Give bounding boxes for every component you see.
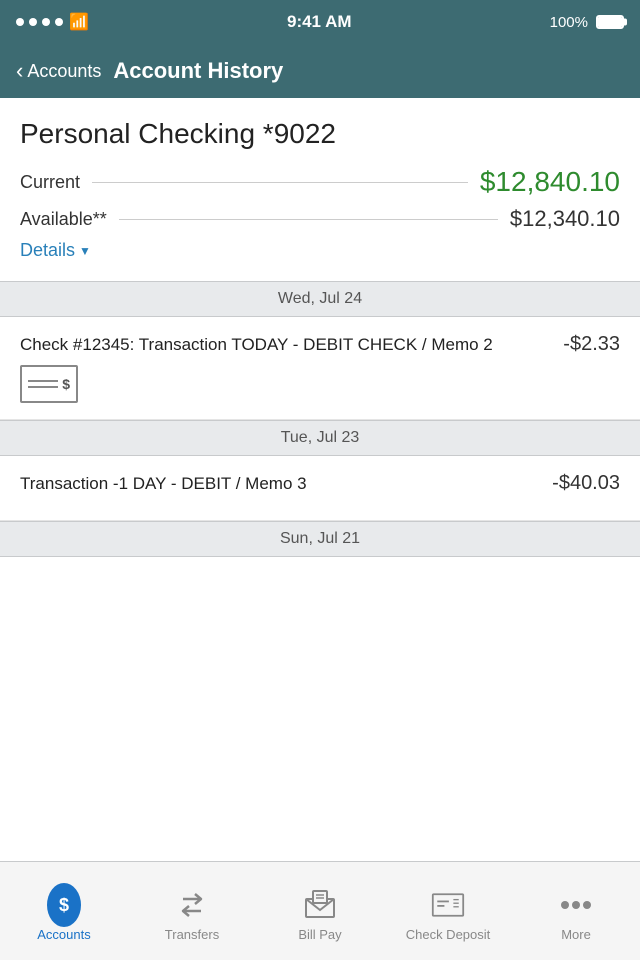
- battery-icon: [596, 15, 624, 29]
- page-title: Account History: [113, 58, 283, 84]
- available-label: Available**: [20, 209, 107, 230]
- check-lines: [28, 380, 58, 388]
- details-button[interactable]: Details ▼: [20, 240, 620, 273]
- details-arrow-icon: ▼: [79, 244, 91, 258]
- section-header-sun: Sun, Jul 21: [0, 521, 640, 557]
- current-label: Current: [20, 172, 80, 193]
- current-balance-row: Current $12,840.10: [20, 166, 620, 198]
- account-header: Personal Checking *9022 Current $12,840.…: [0, 98, 640, 281]
- bill-pay-icon: [303, 889, 337, 921]
- available-value: $12,340.10: [510, 206, 620, 232]
- tab-bill-pay[interactable]: Bill Pay: [256, 862, 384, 960]
- back-button[interactable]: ‹ Accounts: [16, 60, 101, 82]
- wifi-icon: 📶: [69, 12, 89, 32]
- tab-icon-bill-pay: [303, 888, 337, 922]
- tab-check-deposit[interactable]: Check Deposit: [384, 862, 512, 960]
- transaction-left: Check #12345: Transaction TODAY - DEBIT …: [20, 333, 551, 403]
- more-dots-icon: [559, 899, 593, 911]
- check-deposit-icon: [431, 891, 465, 919]
- content-area: Personal Checking *9022 Current $12,840.…: [0, 98, 640, 861]
- status-right: 100%: [550, 14, 624, 31]
- status-time: 9:41 AM: [287, 12, 352, 32]
- status-bar: 📶 9:41 AM 100%: [0, 0, 640, 44]
- check-icon: $: [20, 365, 78, 403]
- accounts-circle: $: [47, 883, 81, 927]
- check-line: [28, 380, 58, 382]
- check-dollar-sign: $: [62, 376, 70, 392]
- tab-icon-transfers: [175, 888, 209, 922]
- back-label: Accounts: [27, 61, 101, 82]
- tab-label-accounts: Accounts: [37, 927, 90, 942]
- tab-label-transfers: Transfers: [165, 927, 219, 942]
- tab-accounts[interactable]: $ Accounts: [0, 862, 128, 960]
- tab-bar: $ Accounts Transfers: [0, 861, 640, 960]
- section-header-tue: Tue, Jul 23: [0, 420, 640, 456]
- nav-bar: ‹ Accounts Account History: [0, 44, 640, 98]
- account-name: Personal Checking *9022: [20, 118, 620, 150]
- current-value: $12,840.10: [480, 166, 620, 198]
- tab-icon-check-deposit: [431, 888, 465, 922]
- section-header-wed: Wed, Jul 24: [0, 281, 640, 317]
- signal-dots: [16, 18, 63, 26]
- transaction-amount: -$2.33: [551, 333, 620, 356]
- transaction-description: Check #12345: Transaction TODAY - DEBIT …: [20, 333, 551, 357]
- available-divider: [119, 219, 498, 220]
- balance-divider: [92, 182, 468, 183]
- tab-more[interactable]: More: [512, 862, 640, 960]
- transaction-left: Transaction -1 DAY - DEBIT / Memo 3: [20, 472, 540, 504]
- transaction-amount: -$40.03: [540, 472, 620, 495]
- tab-label-bill-pay: Bill Pay: [298, 927, 341, 942]
- transaction-row[interactable]: Transaction -1 DAY - DEBIT / Memo 3 -$40…: [0, 456, 640, 521]
- details-label: Details: [20, 240, 75, 261]
- transfers-icon: [175, 891, 209, 919]
- tab-icon-more: [559, 888, 593, 922]
- transaction-row[interactable]: Check #12345: Transaction TODAY - DEBIT …: [0, 317, 640, 420]
- transaction-description: Transaction -1 DAY - DEBIT / Memo 3: [20, 472, 540, 496]
- dollar-icon: $: [53, 894, 75, 916]
- tab-transfers[interactable]: Transfers: [128, 862, 256, 960]
- tab-label-check-deposit: Check Deposit: [406, 927, 491, 942]
- back-arrow-icon: ‹: [16, 60, 23, 82]
- svg-text:$: $: [59, 895, 69, 915]
- available-balance-row: Available** $12,340.10: [20, 206, 620, 232]
- tab-icon-accounts: $: [47, 888, 81, 922]
- tab-label-more: More: [561, 927, 591, 942]
- status-left: 📶: [16, 12, 89, 32]
- battery-percent: 100%: [550, 14, 588, 31]
- check-line: [28, 386, 58, 388]
